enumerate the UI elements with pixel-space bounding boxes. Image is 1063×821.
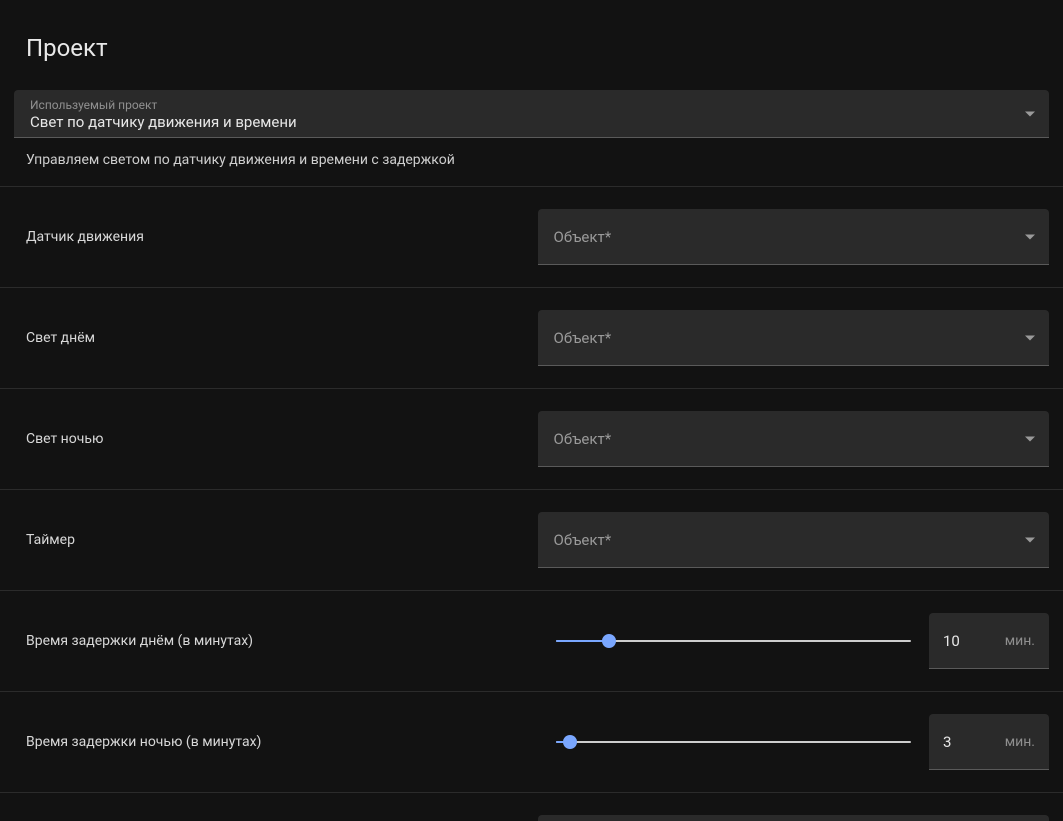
select-enable-day[interactable]: Объект* bbox=[538, 815, 1050, 821]
page-title: Проект bbox=[0, 0, 1063, 80]
project-select[interactable]: Используемый проект Свет по датчику движ… bbox=[14, 90, 1049, 138]
select-placeholder: Объект* bbox=[554, 228, 612, 246]
select-motion-sensor[interactable]: Объект* bbox=[538, 209, 1050, 265]
unit-delay-night: мин. bbox=[1005, 734, 1035, 750]
project-select-label: Используемый проект bbox=[30, 98, 1033, 112]
project-description: Управляем светом по датчику движения и в… bbox=[0, 138, 1063, 187]
slider-thumb[interactable] bbox=[602, 634, 616, 648]
value-delay-night: 3 bbox=[943, 733, 951, 751]
slider-delay-night[interactable] bbox=[556, 732, 912, 752]
value-box-delay-day[interactable]: 10 мин. bbox=[929, 613, 1049, 669]
project-select-value: Свет по датчику движения и времени bbox=[30, 112, 1033, 131]
chevron-down-icon bbox=[1025, 111, 1035, 116]
row-light-night: Свет ночью Объект* bbox=[0, 389, 1063, 490]
slider-fill bbox=[556, 640, 609, 642]
label-delay-day: Время задержки днём (в минутах) bbox=[26, 633, 538, 649]
row-delay-night: Время задержки ночью (в минутах) 3 мин. bbox=[0, 692, 1063, 793]
label-light-night: Свет ночью bbox=[26, 431, 538, 447]
select-placeholder: Объект* bbox=[554, 430, 612, 448]
row-timer: Таймер Объект* bbox=[0, 490, 1063, 591]
value-box-delay-night[interactable]: 3 мин. bbox=[929, 714, 1049, 770]
select-light-night[interactable]: Объект* bbox=[538, 411, 1050, 467]
label-motion-sensor: Датчик движения bbox=[26, 229, 538, 245]
select-timer[interactable]: Объект* bbox=[538, 512, 1050, 568]
chevron-down-icon bbox=[1025, 537, 1035, 542]
row-motion-sensor: Датчик движения Объект* bbox=[0, 187, 1063, 288]
row-delay-day: Время задержки днём (в минутах) 10 мин. bbox=[0, 591, 1063, 692]
slider-thumb[interactable] bbox=[563, 735, 577, 749]
chevron-down-icon bbox=[1025, 436, 1035, 441]
chevron-down-icon bbox=[1025, 234, 1035, 239]
label-light-day: Свет днём bbox=[26, 330, 538, 346]
select-light-day[interactable]: Объект* bbox=[538, 310, 1050, 366]
slider-track bbox=[556, 741, 912, 743]
row-enable-day: Включать свет днём? Объект* bbox=[0, 793, 1063, 821]
row-light-day: Свет днём Объект* bbox=[0, 288, 1063, 389]
select-placeholder: Объект* bbox=[554, 329, 612, 347]
value-delay-day: 10 bbox=[943, 632, 960, 650]
chevron-down-icon bbox=[1025, 335, 1035, 340]
label-timer: Таймер bbox=[26, 532, 538, 548]
label-delay-night: Время задержки ночью (в минутах) bbox=[26, 734, 538, 750]
unit-delay-day: мин. bbox=[1005, 633, 1035, 649]
slider-delay-day[interactable] bbox=[556, 631, 912, 651]
select-placeholder: Объект* bbox=[554, 531, 612, 549]
